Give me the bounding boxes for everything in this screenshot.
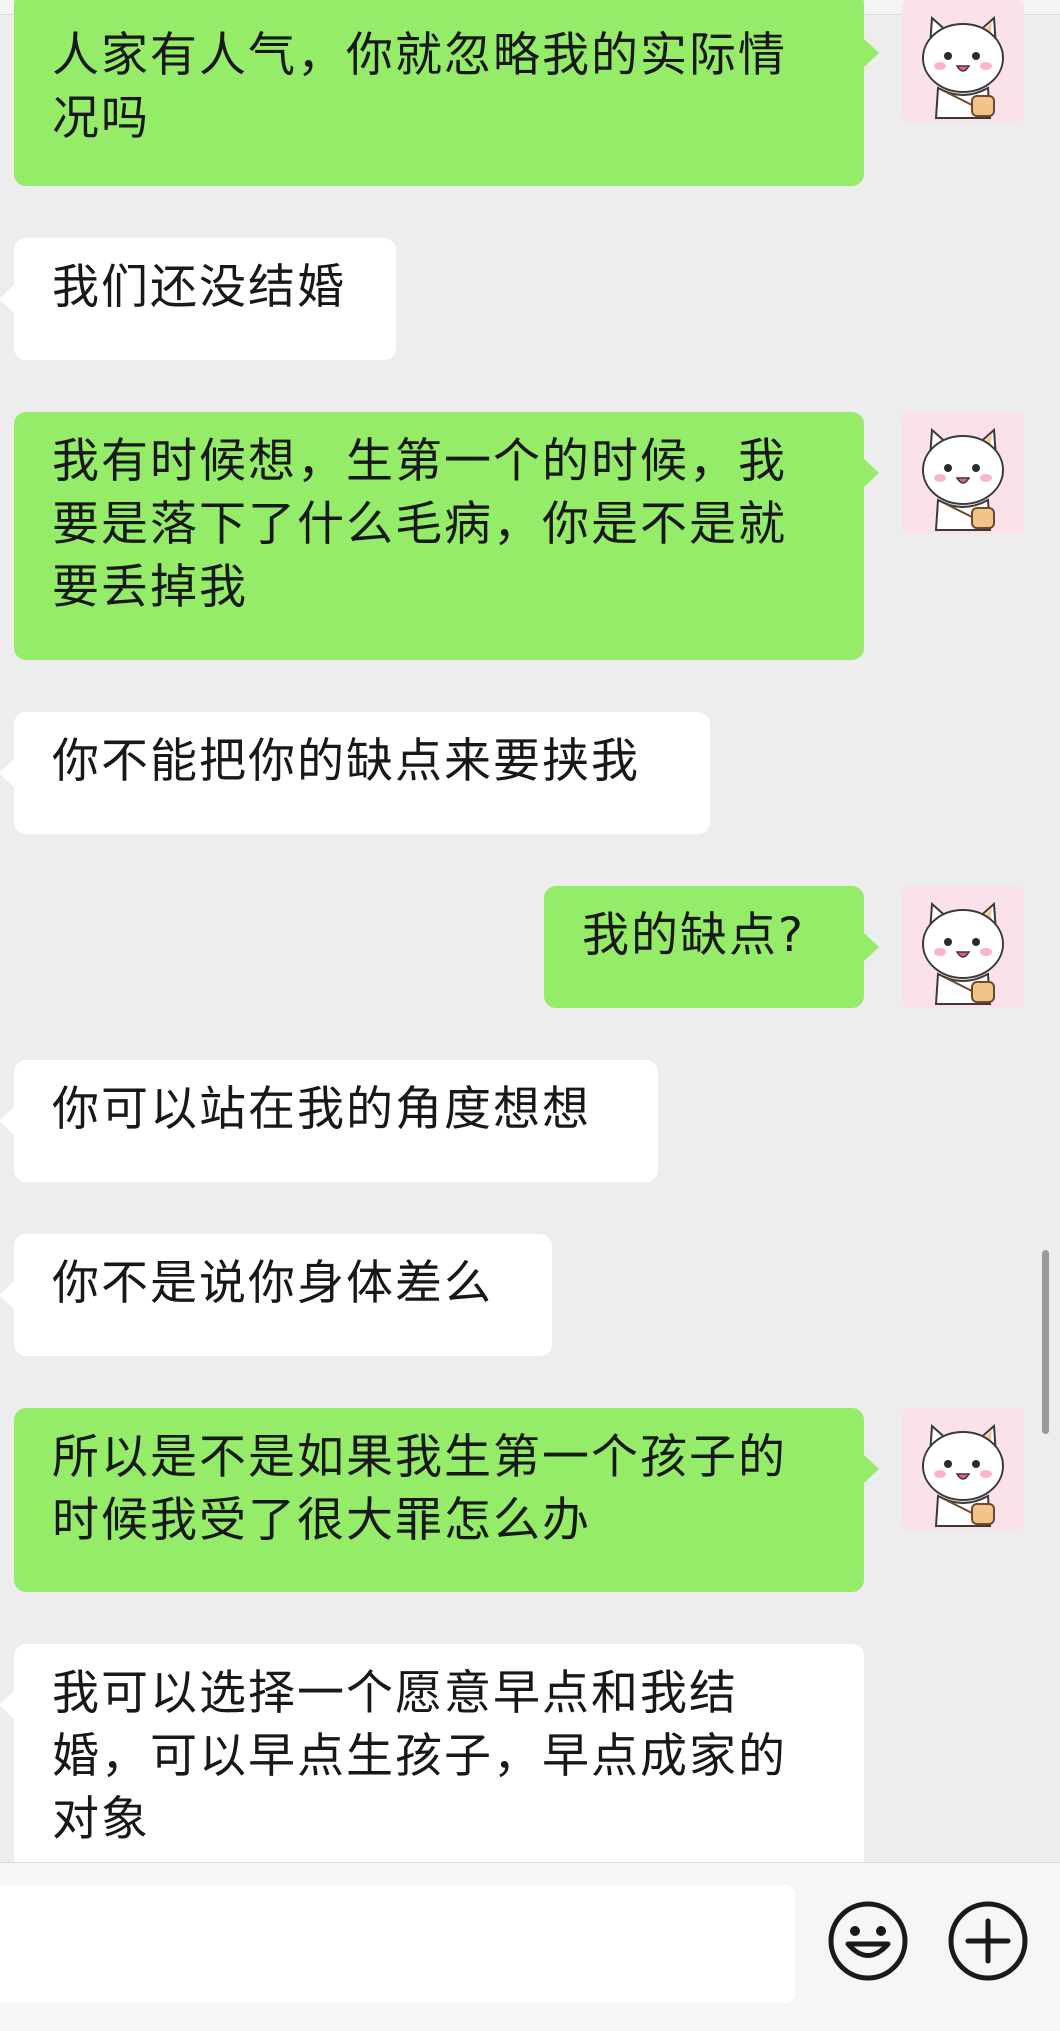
message-text: 我的缺点? bbox=[582, 908, 805, 963]
message-text: 人家有人气，你就忽略我的实际情况吗 bbox=[52, 28, 787, 146]
my-avatar[interactable] bbox=[902, 886, 1024, 1008]
message-text: 你不是说你身体差么 bbox=[52, 1256, 493, 1311]
smiley-icon bbox=[828, 1901, 908, 1981]
message-input[interactable] bbox=[0, 1885, 795, 2003]
their-message-bubble[interactable]: 你不能把你的缺点来要挟我 bbox=[0, 712, 710, 834]
my-avatar[interactable] bbox=[902, 412, 1024, 534]
input-bar bbox=[0, 1862, 1060, 2031]
their-message-bubble[interactable]: 你不是说你身体差么 bbox=[0, 1234, 552, 1356]
kitten-avatar-icon bbox=[902, 886, 1024, 1008]
my-message-bubble[interactable]: 所以是不是如果我生第一个孩子的时候我受了很大罪怎么办 bbox=[14, 1408, 879, 1592]
plus-circle-icon bbox=[948, 1901, 1028, 1981]
their-message-bubble[interactable]: 我可以选择一个愿意早点和我结婚，可以早点生孩子，早点成家的对象 bbox=[0, 1644, 864, 1862]
emoji-button[interactable] bbox=[826, 1899, 910, 1983]
message-text: 你可以站在我的角度想想 bbox=[52, 1082, 591, 1137]
message-text: 所以是不是如果我生第一个孩子的时候我受了很大罪怎么办 bbox=[52, 1430, 787, 1548]
my-avatar[interactable] bbox=[902, 1408, 1024, 1530]
scrollbar[interactable] bbox=[1042, 1250, 1049, 1434]
their-message-bubble[interactable]: 你可以站在我的角度想想 bbox=[0, 1060, 658, 1182]
kitten-avatar-icon bbox=[902, 412, 1024, 534]
their-message-bubble[interactable]: 我们还没结婚 bbox=[0, 238, 396, 360]
kitten-avatar-icon bbox=[902, 0, 1024, 122]
message-text: 我有时候想，生第一个的时候，我要是落下了什么毛病，你是不是就要丢掉我 bbox=[52, 434, 787, 615]
kitten-avatar-icon bbox=[902, 1408, 1024, 1530]
chat-message-list[interactable]: 人家有人气，你就忽略我的实际情况吗 我们还没结婚 我有时候想，生第一个的时候，我… bbox=[0, 0, 1060, 1862]
my-message-bubble[interactable]: 我的缺点? bbox=[544, 886, 879, 1008]
message-text: 我们还没结婚 bbox=[52, 260, 346, 315]
my-avatar[interactable] bbox=[902, 0, 1024, 122]
message-text: 我可以选择一个愿意早点和我结婚，可以早点生孩子，早点成家的对象 bbox=[52, 1666, 787, 1847]
more-button[interactable] bbox=[946, 1899, 1030, 1983]
my-message-bubble[interactable]: 我有时候想，生第一个的时候，我要是落下了什么毛病，你是不是就要丢掉我 bbox=[14, 412, 879, 660]
my-message-bubble[interactable]: 人家有人气，你就忽略我的实际情况吗 bbox=[14, 0, 879, 186]
message-text: 你不能把你的缺点来要挟我 bbox=[52, 734, 640, 789]
